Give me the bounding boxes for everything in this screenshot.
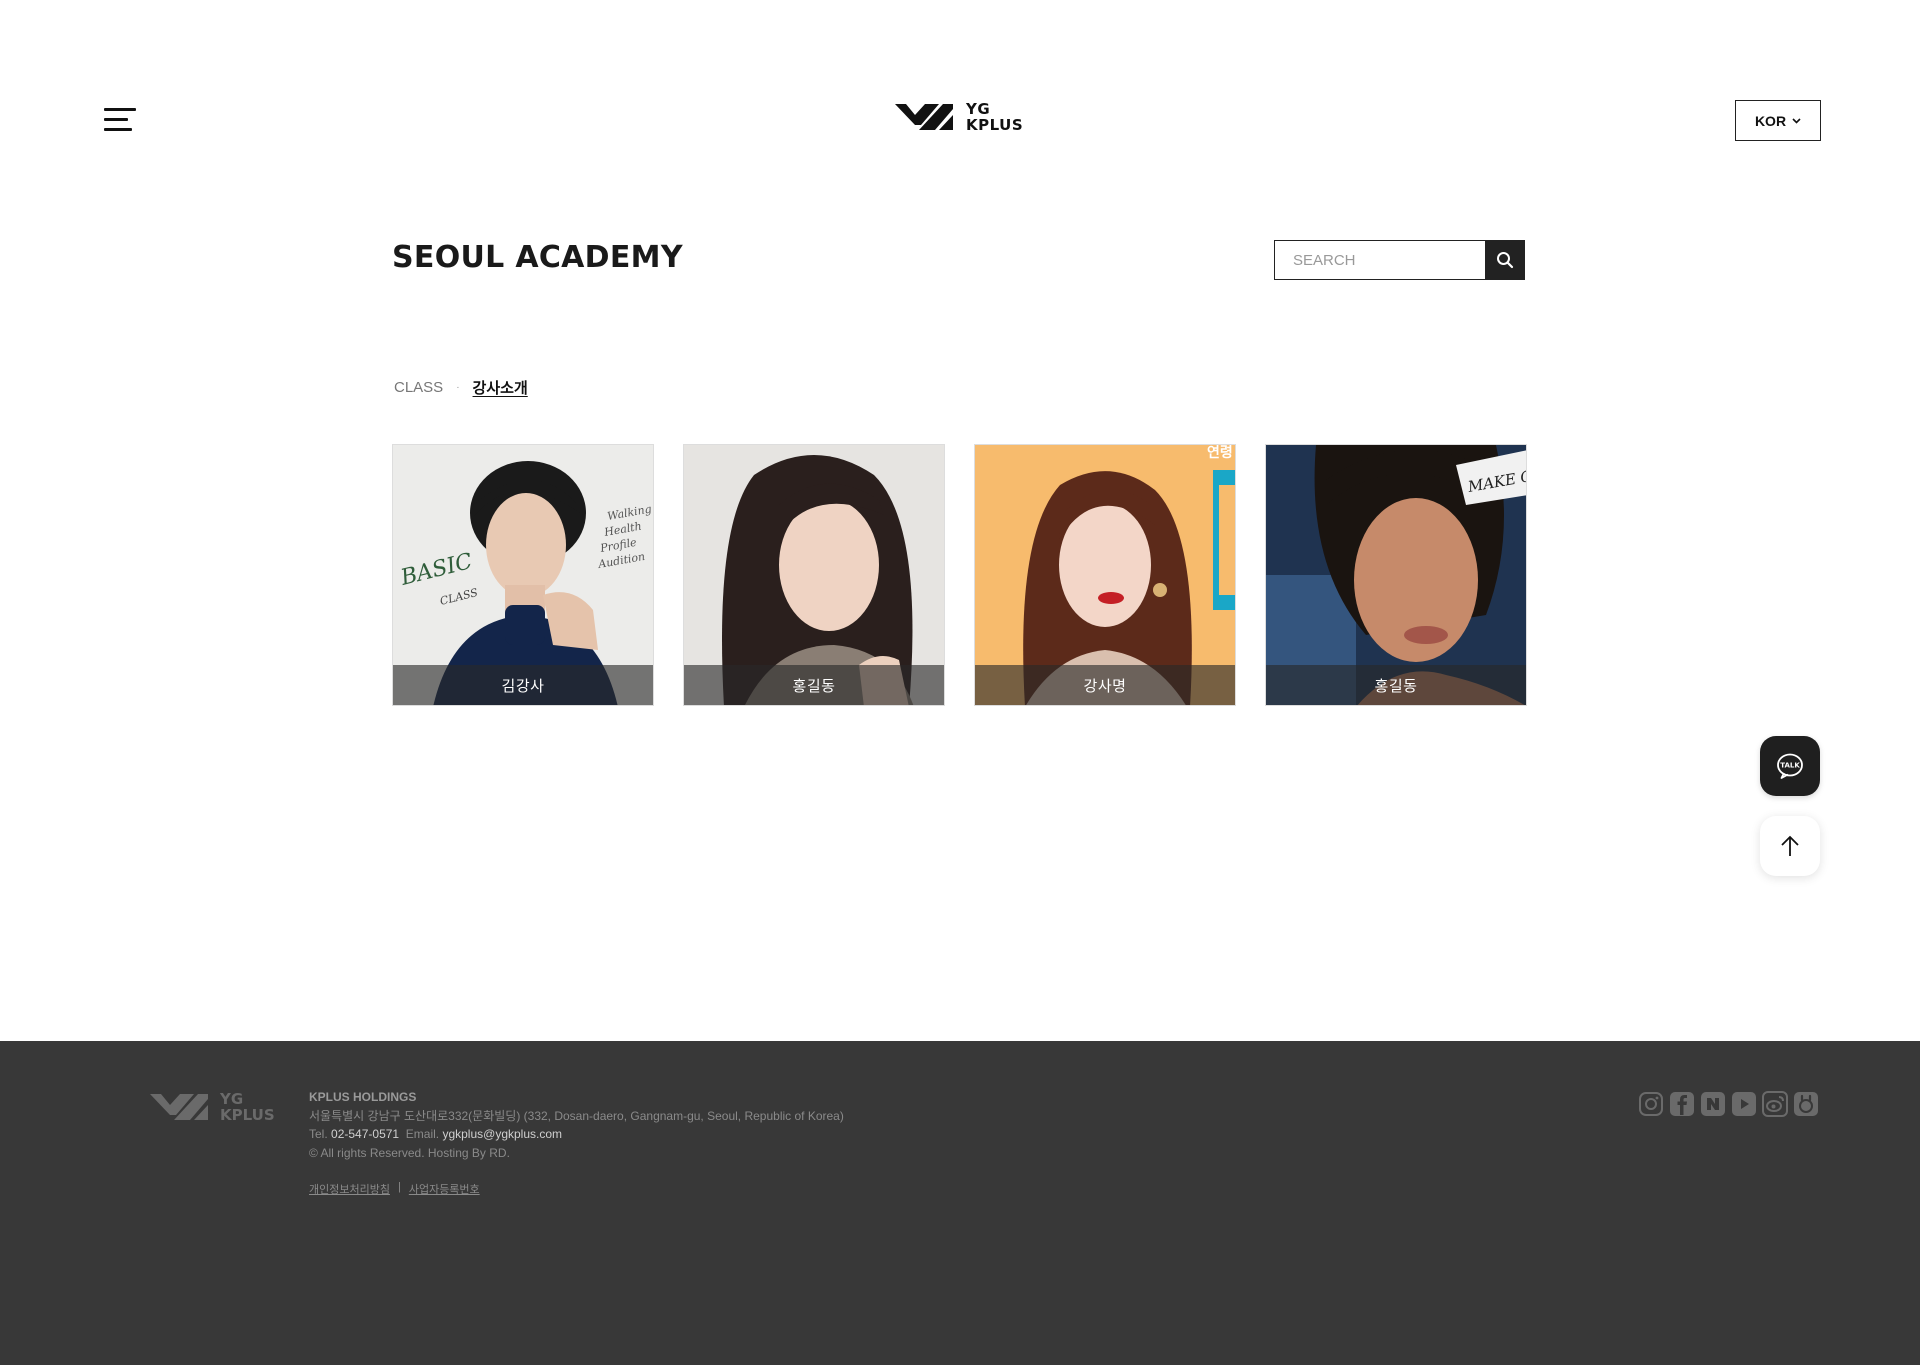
search-bar (1274, 240, 1525, 280)
svg-text:TALK: TALK (1780, 762, 1800, 770)
copyright: © All rights Reserved. Hosting By RD. (309, 1145, 510, 1160)
yg-logo-icon (150, 1094, 208, 1120)
svg-text:연령: 연령 (1207, 445, 1233, 461)
weibo-icon[interactable] (1762, 1091, 1788, 1117)
instructor-card[interactable]: 연령 강사명 (974, 444, 1236, 706)
company-contact: Tel. 02-547-0571 Email. ygkplus@ygkplus.… (309, 1127, 563, 1141)
logo-text: YG KPLUS (966, 100, 1024, 134)
arrow-up-icon (1781, 835, 1799, 856)
email-address[interactable]: ygkplus@ygkplus.com (442, 1127, 562, 1141)
instructor-name: 홍길동 (1266, 665, 1526, 705)
language-selector[interactable]: KOR (1735, 100, 1821, 141)
scroll-to-top-button[interactable] (1760, 816, 1820, 876)
search-input[interactable] (1274, 240, 1485, 280)
breadcrumb-separator: · (456, 382, 460, 393)
page-title: SEOUL ACADEMY (392, 240, 683, 275)
instructor-card[interactable]: BASIC CLASS Walking Health Profile Audit… (392, 444, 654, 706)
instructor-name: 강사명 (975, 665, 1235, 705)
facebook-icon[interactable] (1669, 1091, 1695, 1117)
site-logo[interactable]: YG KPLUS (895, 101, 1023, 133)
social-links (1638, 1091, 1819, 1117)
instructor-list: BASIC CLASS Walking Health Profile Audit… (392, 444, 1527, 706)
breadcrumb: CLASS · 강사소개 (394, 377, 528, 398)
language-label: KOR (1754, 112, 1787, 129)
company-address: 서울특별시 강남구 도산대로332(문화빌딩) (332, Dosan-daer… (309, 1108, 844, 1123)
youtube-icon[interactable] (1731, 1091, 1757, 1117)
business-registration-link[interactable]: 사업자등록번호 (409, 1181, 480, 1197)
search-icon (1497, 252, 1514, 269)
naver-blog-icon[interactable] (1700, 1091, 1726, 1117)
footer-logo: YG KPLUS (150, 1091, 275, 1123)
breadcrumb-class[interactable]: CLASS (394, 379, 443, 396)
kakao-talk-button[interactable]: TALK (1760, 736, 1820, 796)
privacy-policy-link[interactable]: 개인정보처리방침 (309, 1181, 390, 1197)
instructor-card[interactable]: 홍길동 (683, 444, 945, 706)
footer-links: 개인정보처리방침 | 사업자등록번호 (309, 1181, 480, 1197)
breadcrumb-instructors[interactable]: 강사소개 (473, 377, 528, 398)
instructor-name: 김강사 (393, 665, 653, 705)
hamburger-icon (104, 108, 136, 111)
phone-number: 02-547-0571 (331, 1127, 400, 1141)
instagram-icon[interactable] (1638, 1091, 1664, 1117)
link-separator: | (397, 1181, 401, 1193)
footer-logo-text: YG KPLUS (220, 1090, 275, 1124)
kakao-story-icon[interactable] (1793, 1091, 1819, 1117)
footer-company-info: KPLUS HOLDINGS 서울특별시 강남구 도산대로332(문화빌딩) (… (309, 1088, 844, 1162)
instructor-card[interactable]: MAKE O 홍길동 (1265, 444, 1527, 706)
instructor-name: 홍길동 (684, 665, 944, 705)
chevron-down-icon (1792, 117, 1801, 124)
menu-button[interactable] (104, 108, 136, 132)
search-button[interactable] (1485, 240, 1525, 280)
company-name: KPLUS HOLDINGS (309, 1090, 417, 1104)
yg-logo-icon (895, 104, 953, 130)
talk-bubble-icon: TALK (1777, 753, 1803, 779)
site-footer: YG KPLUS KPLUS HOLDINGS 서울특별시 강남구 도산대로33… (0, 1041, 1920, 1365)
